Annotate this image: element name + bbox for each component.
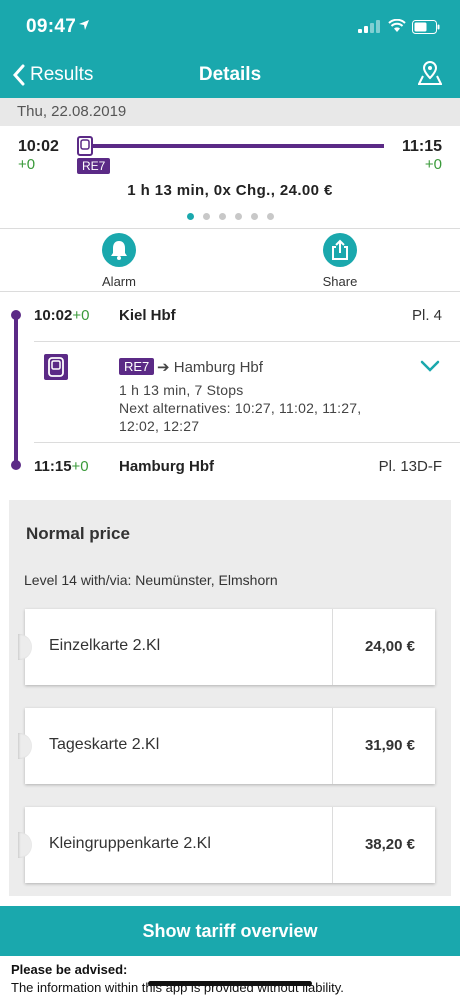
share-button[interactable]: Share <box>300 233 380 289</box>
ticket-card[interactable]: Kleingruppenkarte 2.Kl 38,20 € <box>18 807 435 883</box>
ticket-notch <box>18 832 32 858</box>
price-panel: Normal price Level 14 with/via: Neumünst… <box>9 500 451 896</box>
advice-title: Please be advised: <box>11 962 128 977</box>
origin-station: Kiel Hbf <box>119 307 176 324</box>
destination-station: Hamburg Hbf <box>119 458 214 475</box>
page-dot[interactable] <box>202 213 210 220</box>
route-details: 10:02+0 Kiel Hbf Pl. 4 RE7 ➔ Hamburg Hbf… <box>0 292 460 486</box>
map-button[interactable] <box>417 60 443 91</box>
battery-icon <box>412 20 440 34</box>
train-icon <box>44 354 68 380</box>
cellular-signal-icon <box>358 20 380 33</box>
route-line <box>14 314 18 466</box>
origin-time-value: 10:02 <box>34 307 73 324</box>
destination-time-value: 11:15 <box>34 458 72 475</box>
destination-delay: +0 <box>71 458 89 475</box>
trip-info: 1 h 13 min, 0x Chg., 24.00 € <box>127 182 333 199</box>
route-separator <box>34 341 460 342</box>
location-arrow-icon <box>79 20 89 30</box>
ticket-name: Kleingruppenkarte 2.Kl <box>49 835 211 852</box>
origin-platform: Pl. 4 <box>411 307 442 324</box>
ticket-separator <box>332 708 333 784</box>
leg-duration: 1 h 13 min, 7 Stops <box>119 382 244 398</box>
departure-delay: +0 <box>18 156 36 173</box>
share-circle <box>323 233 357 267</box>
ticket-price: 31,90 € <box>364 737 415 754</box>
ticket-notch <box>18 733 32 759</box>
leg-alternatives: Next alternatives: 10:27, 11:02, 11:27, <box>119 400 362 416</box>
share-label: Share <box>322 274 358 289</box>
destination-dot <box>11 460 21 470</box>
ticket-separator <box>332 807 333 883</box>
show-tariff-button[interactable]: Show tariff overview <box>0 906 460 956</box>
ticket-notch <box>18 634 32 660</box>
status-time: 09:47 <box>26 16 77 37</box>
ticket-separator <box>332 609 333 685</box>
journey-line <box>90 144 384 148</box>
train-badge: RE7 <box>77 158 111 174</box>
leg-alternatives-cont: 12:02, 12:27 <box>119 418 200 434</box>
arrival-delay: +0 <box>424 156 442 173</box>
alarm-circle <box>102 233 136 267</box>
ticket-price: 38,20 € <box>364 836 415 853</box>
leg-train-badge: RE7 <box>119 358 155 375</box>
leg-direction: ➔ Hamburg Hbf <box>157 359 263 376</box>
nav-bar: Results Details <box>0 52 460 98</box>
ticket-card[interactable]: Tageskarte 2.Kl 31,90 € <box>18 708 435 784</box>
origin-time: 10:02+0 <box>34 307 89 324</box>
home-indicator[interactable] <box>148 981 312 986</box>
ticket-name: Einzelkarte 2.Kl <box>49 637 161 654</box>
page-dot[interactable] <box>250 213 258 220</box>
ticket-name: Tageskarte 2.Kl <box>49 736 160 753</box>
route-separator <box>34 442 460 443</box>
arrival-time: 11:15 <box>401 138 442 155</box>
page-indicator[interactable] <box>0 213 460 220</box>
origin-dot <box>11 310 21 320</box>
page-dot[interactable] <box>266 213 274 220</box>
share-icon <box>332 239 348 260</box>
page-dot[interactable] <box>186 213 194 220</box>
price-level: Level 14 with/via: Neumünster, Elmshorn <box>24 572 278 588</box>
ticket-price: 24,00 € <box>364 638 415 655</box>
alarm-button[interactable]: Alarm <box>79 233 159 289</box>
bell-icon <box>111 241 127 260</box>
origin-delay: +0 <box>72 307 90 324</box>
date-bar: Thu, 22.08.2019 <box>0 98 460 126</box>
ticket-card[interactable]: Einzelkarte 2.Kl 24,00 € <box>18 609 435 685</box>
price-title: Normal price <box>26 524 130 543</box>
action-bar: Alarm Share <box>0 229 460 291</box>
wifi-icon <box>388 19 406 32</box>
connection-summary[interactable]: 10:02 +0 RE7 11:15 +0 1 h 13 min, 0x Chg… <box>0 126 460 228</box>
train-icon <box>77 136 93 156</box>
alarm-label: Alarm <box>102 274 136 289</box>
chevron-down-icon[interactable] <box>420 360 440 372</box>
page-title: Details <box>198 64 262 85</box>
page-dot[interactable] <box>234 213 242 220</box>
departure-time: 10:02 <box>18 138 59 155</box>
destination-time: 11:15+0 <box>34 458 89 475</box>
page-dot[interactable] <box>218 213 226 220</box>
destination-platform: Pl. 13D-F <box>378 458 442 475</box>
status-bar: 09:47 <box>0 0 460 52</box>
map-pin-icon <box>417 60 443 85</box>
